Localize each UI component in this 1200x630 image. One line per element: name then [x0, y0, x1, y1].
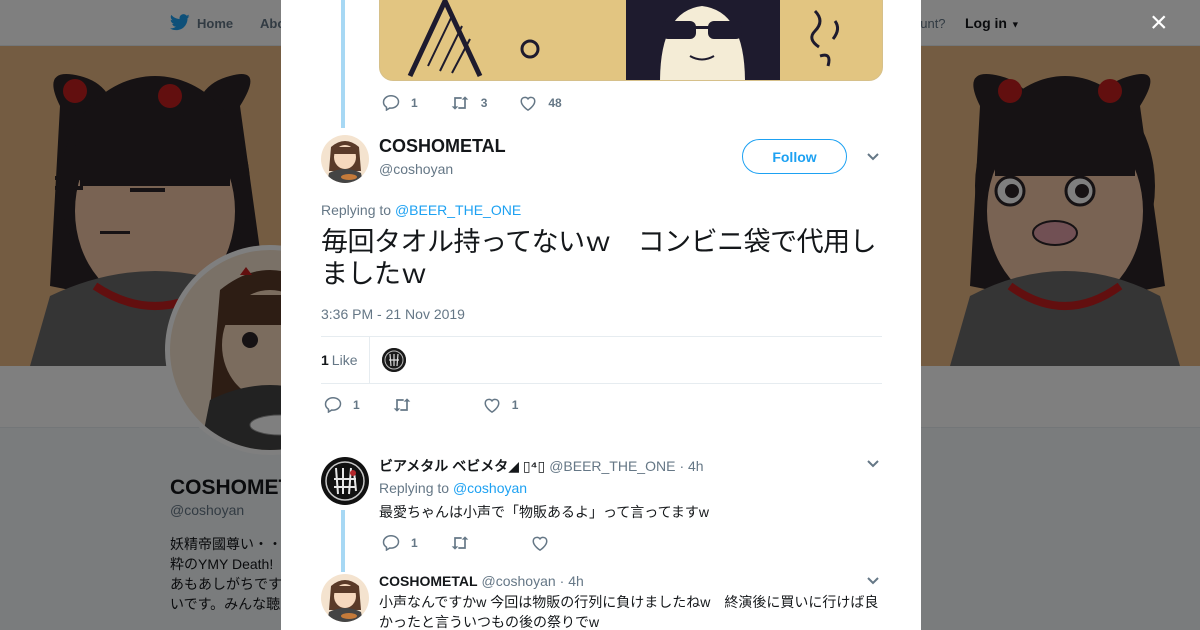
- retweet-icon: [451, 95, 469, 110]
- likes-stat-label: Like: [331, 352, 358, 368]
- tweet-media-image[interactable]: [379, 0, 883, 81]
- like-button[interactable]: 1: [483, 397, 519, 413]
- tweet-timestamp[interactable]: 3:36 PM - 21 Nov 2019: [321, 306, 465, 322]
- thread-connector: [341, 0, 345, 128]
- retweet-icon: [451, 535, 469, 550]
- reply-author-avatar[interactable]: [321, 457, 369, 505]
- reply-header: ビアメタル ベビメタ◢ ▯⁴▯ @BEER_THE_ONE · 4h: [379, 456, 704, 476]
- reply-author-avatar-image: [321, 457, 369, 505]
- heart-icon: [520, 96, 536, 111]
- reply-text: 最愛ちゃんは小声で「物販あるよ」って言ってますw: [379, 504, 710, 520]
- retweet-icon: [393, 397, 411, 412]
- thread-connector: [341, 510, 345, 572]
- reply-time[interactable]: · 4h: [679, 458, 703, 474]
- likes-stat[interactable]: 1 Like: [321, 352, 357, 368]
- reply-time[interactable]: · 4h: [560, 573, 584, 589]
- reply-count: 1: [411, 95, 418, 110]
- reply-author-name[interactable]: COSHOMETAL: [379, 573, 478, 589]
- reply-button[interactable]: 1: [324, 396, 360, 413]
- reply-author-handle[interactable]: @coshoyan: [482, 573, 556, 589]
- reply-header: COSHOMETAL @coshoyan · 4h: [379, 573, 584, 589]
- likes-stat-count: 1: [321, 352, 329, 368]
- reply-author-handle[interactable]: @BEER_THE_ONE: [549, 458, 675, 474]
- replying-to-link[interactable]: @BEER_THE_ONE: [395, 202, 521, 218]
- author-name[interactable]: COSHOMETAL: [379, 136, 506, 157]
- parent-tweet-actions: 1 3 48: [382, 94, 594, 111]
- author-avatar-image: [321, 135, 369, 183]
- stats-divider: [369, 337, 370, 383]
- retweet-button[interactable]: 3: [450, 95, 488, 111]
- tweet-stats: 1 Like: [321, 336, 882, 384]
- follow-label: Follow: [772, 148, 817, 165]
- reply-count: 1: [353, 397, 360, 412]
- reply-icon: [382, 94, 400, 111]
- chevron-down-icon[interactable]: [866, 152, 880, 162]
- media-illustration: [407, 0, 840, 80]
- tweet-text: 毎回タオル持ってないｗ コンビニ袋で代用しましたｗ: [321, 227, 877, 290]
- replying-prefix: Replying to: [379, 480, 450, 496]
- retweet-button[interactable]: [450, 535, 481, 551]
- liker-avatar[interactable]: [382, 348, 406, 372]
- replying-prefix: Replying to: [321, 202, 392, 218]
- tweet-modal: 1 3 48 COSHOMETAL @coshoyan Follow Reply…: [281, 0, 921, 630]
- liker-avatar-image: [382, 348, 406, 372]
- chevron-down-icon[interactable]: [866, 459, 880, 469]
- reply-icon: [382, 534, 400, 551]
- author-avatar[interactable]: [321, 135, 369, 183]
- follow-button[interactable]: Follow: [742, 139, 847, 174]
- chevron-down-icon[interactable]: [866, 576, 880, 586]
- like-count: 1: [511, 397, 519, 412]
- like-button[interactable]: 48: [519, 95, 562, 111]
- reply-author-avatar[interactable]: [321, 574, 369, 622]
- reply-count: 1: [411, 535, 418, 550]
- heart-icon: [484, 398, 500, 413]
- like-button[interactable]: [531, 535, 560, 551]
- reply-author-name[interactable]: ビアメタル ベビメタ◢ ▯⁴▯: [379, 458, 545, 474]
- like-count: 48: [548, 95, 562, 110]
- reply-replying-to: Replying to @coshoyan: [379, 480, 527, 496]
- heart-icon: [532, 536, 548, 551]
- retweet-count: 3: [480, 95, 488, 110]
- retweet-button[interactable]: [392, 397, 423, 413]
- reply-actions: 1: [382, 534, 592, 551]
- replying-to-link[interactable]: @coshoyan: [453, 480, 527, 496]
- author-handle[interactable]: @coshoyan: [379, 161, 453, 177]
- reply-author-avatar-image: [321, 574, 369, 622]
- reply-text: 小声なんですかw 今回は物販の行列に負けましたねw 終演後に買いに行けば良かった…: [379, 594, 879, 630]
- reply-button[interactable]: 1: [382, 534, 418, 551]
- reply-icon: [324, 396, 342, 413]
- main-tweet-actions: 1 1: [324, 396, 550, 413]
- close-icon[interactable]: ×: [1150, 8, 1168, 38]
- replying-to: Replying to @BEER_THE_ONE: [321, 202, 521, 218]
- reply-button[interactable]: 1: [382, 94, 418, 111]
